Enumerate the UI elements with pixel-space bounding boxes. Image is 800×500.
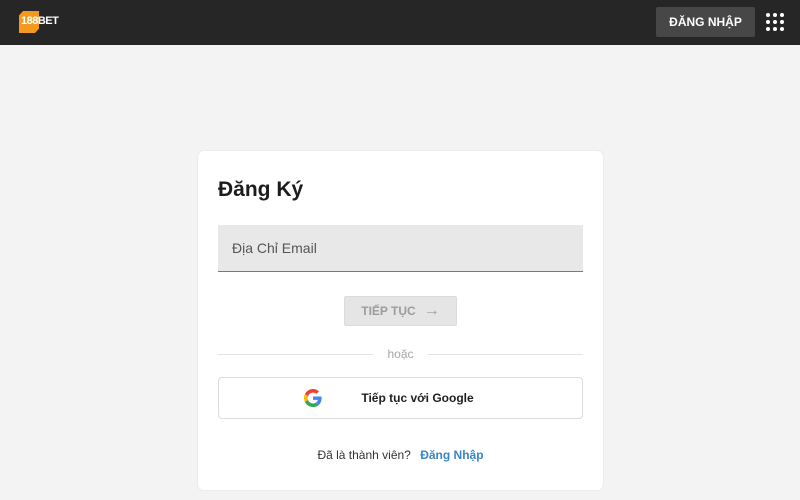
or-divider: hoặc xyxy=(218,346,583,362)
divider-line-right xyxy=(428,354,583,355)
email-field[interactable] xyxy=(218,225,583,271)
top-bar: 188BET ĐĂNG NHẬP xyxy=(0,0,800,45)
member-prompt: Đã là thành viên? xyxy=(317,448,411,462)
arrow-right-icon: → xyxy=(423,302,440,319)
login-link[interactable]: Đăng Nhập xyxy=(420,448,483,462)
member-row: Đã là thành viên? Đăng Nhập xyxy=(198,448,603,462)
grid-menu-icon[interactable] xyxy=(766,13,784,31)
continue-label: TIẾP TỤC xyxy=(361,304,416,318)
google-signin-button[interactable]: Tiếp tục với Google xyxy=(218,377,583,419)
register-card: Đăng Ký TIẾP TỤC → hoặc Tiếp tục với Goo… xyxy=(198,151,603,490)
logo-text: 188BET xyxy=(21,15,59,27)
page-title: Đăng Ký xyxy=(218,178,304,201)
header-login-button[interactable]: ĐĂNG NHẬP xyxy=(656,7,755,37)
email-field-wrapper xyxy=(218,225,583,272)
continue-button[interactable]: TIẾP TỤC → xyxy=(344,296,457,326)
google-label: Tiếp tục với Google xyxy=(361,391,474,405)
brand-logo[interactable]: 188BET xyxy=(19,10,59,34)
